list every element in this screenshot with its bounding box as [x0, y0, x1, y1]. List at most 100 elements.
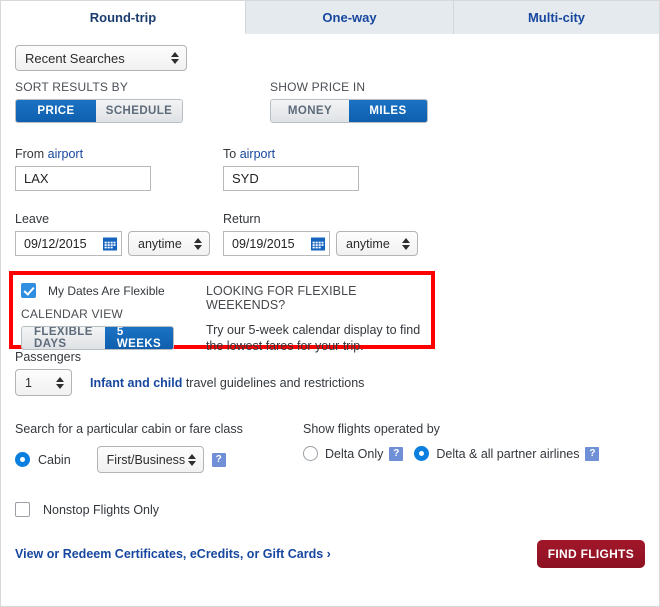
flexible-days-label: FLEXIBLE DAYS — [34, 326, 93, 350]
infant-child-link[interactable]: Infant and child — [90, 376, 182, 390]
recent-searches-value: Recent Searches — [25, 50, 125, 66]
tab-round-trip[interactable]: Round-trip — [1, 1, 246, 34]
to-airport-link[interactable]: airport — [240, 147, 275, 161]
to-airport-label: To airport — [223, 147, 359, 161]
flexible-dates-highlight: My Dates Are Flexible CALENDAR VIEW FLEX… — [9, 271, 435, 353]
cabin-help-icon[interactable]: ? — [211, 452, 226, 467]
operated-by-controls: Delta Only ? Delta & all partner airline… — [303, 446, 600, 461]
toggles-row: SORT RESULTS BY PRICE SCHEDULE SHOW PRIC… — [15, 80, 645, 123]
to-airport-group: To airport — [223, 147, 359, 191]
flexible-days-button[interactable]: FLEXIBLE DAYS — [22, 327, 105, 349]
leave-controls: anytime — [15, 231, 223, 256]
show-price-in-group: SHOW PRICE IN MONEY MILES — [270, 80, 428, 123]
cabin-group: Search for a particular cabin or fare cl… — [15, 422, 303, 473]
calendar-view-label: CALENDAR VIEW — [21, 307, 123, 321]
chevron-updown-icon — [56, 376, 64, 389]
sort-by-schedule-button[interactable]: SCHEDULE — [96, 100, 182, 122]
leave-time-select[interactable]: anytime — [128, 231, 210, 256]
delta-partners-help-icon[interactable]: ? — [585, 446, 600, 461]
tab-one-way[interactable]: One-way — [246, 1, 454, 34]
passengers-group: Passengers 1 Infant and child travel gui… — [15, 350, 645, 396]
sort-by-schedule-label: SCHEDULE — [105, 105, 173, 117]
recent-searches-select[interactable]: Recent Searches — [15, 45, 187, 71]
leave-date-wrap — [15, 231, 122, 256]
leave-time-value: anytime — [138, 236, 182, 251]
nonstop-row: Nonstop Flights Only — [15, 502, 645, 517]
from-airport-input[interactable] — [15, 166, 151, 191]
cabin-operated-row: Search for a particular cabin or fare cl… — [15, 422, 645, 473]
price-money-label: MONEY — [287, 105, 333, 117]
return-time-select[interactable]: anytime — [336, 231, 418, 256]
certificates-link[interactable]: View or Redeem Certificates, eCredits, o… — [15, 547, 331, 561]
return-group: Return 09/19/2015 anytime — [223, 212, 418, 256]
chevron-updown-icon — [171, 52, 179, 64]
flexible-dates-content: My Dates Are Flexible CALENDAR VIEW FLEX… — [13, 275, 431, 353]
promo-line-2: the lowest fares for your trip. — [205, 339, 364, 353]
my-dates-flexible-checkbox[interactable] — [21, 283, 36, 298]
cabin-controls: Cabin First/Business ? — [15, 446, 303, 473]
tab-one-way-label: One-way — [322, 10, 377, 25]
my-dates-flexible-label: My Dates Are Flexible — [48, 283, 165, 298]
from-airport-link[interactable]: airport — [48, 147, 83, 161]
sort-by-price-button[interactable]: PRICE — [16, 100, 96, 122]
passengers-count-value: 1 — [25, 375, 32, 390]
trip-type-tabs: Round-trip One-way Multi-city — [1, 1, 659, 34]
operated-by-section-label: Show flights operated by — [303, 422, 440, 436]
flexible-dates-promo: LOOKING FOR FLEXIBLE WEEKENDS? Try our 5… — [205, 275, 431, 353]
chevron-updown-icon — [402, 237, 410, 250]
calendar-icon[interactable] — [311, 237, 325, 250]
delta-partners-radio[interactable] — [414, 446, 430, 461]
promo-title: LOOKING FOR FLEXIBLE WEEKENDS? — [205, 284, 357, 312]
show-price-in-label: SHOW PRICE IN — [270, 80, 366, 94]
delta-only-radio[interactable] — [303, 446, 318, 461]
infant-child-text: Infant and child travel guidelines and r… — [90, 376, 364, 390]
sort-by-price-label: PRICE — [37, 105, 75, 117]
promo-line-1: Try our 5-week calendar display to find — [205, 323, 421, 337]
cabin-radio[interactable] — [15, 452, 30, 467]
find-flights-button[interactable]: FIND FLIGHTS — [536, 540, 645, 568]
delta-partners-label: Delta & all partner airlines — [436, 446, 580, 461]
leave-label: Leave — [15, 212, 50, 226]
passengers-count-select[interactable]: 1 — [15, 369, 72, 396]
tab-multi-city-label: Multi-city — [527, 10, 586, 25]
return-controls: anytime — [223, 231, 418, 256]
flexible-checkbox-row: My Dates Are Flexible — [21, 283, 206, 298]
delta-only-label: Delta Only — [325, 446, 384, 461]
recent-searches-row: Recent Searches — [15, 34, 645, 71]
cabin-class-value: First/Business — [106, 452, 186, 467]
flight-search-panel: Round-trip One-way Multi-city Recent Sea… — [0, 0, 660, 607]
passengers-row: 1 Infant and child travel guidelines and… — [15, 369, 645, 396]
from-airport-group: From airport — [15, 147, 223, 191]
footer-row: View or Redeem Certificates, eCredits, o… — [15, 540, 645, 568]
calendar-view-toggle: FLEXIBLE DAYS 5 WEEKS — [21, 326, 174, 350]
return-time-value: anytime — [346, 236, 390, 251]
tab-multi-city[interactable]: Multi-city — [454, 1, 659, 34]
cabin-section-label: Search for a particular cabin or fare cl… — [15, 422, 243, 436]
cabin-class-select[interactable]: First/Business — [96, 446, 204, 473]
return-label: Return — [223, 212, 261, 226]
chevron-updown-icon — [187, 453, 196, 466]
delta-only-help-icon[interactable]: ? — [389, 446, 404, 461]
five-weeks-button[interactable]: 5 WEEKS — [105, 327, 173, 349]
sort-results-toggle: PRICE SCHEDULE — [15, 99, 183, 123]
nonstop-label: Nonstop Flights Only — [43, 502, 160, 517]
leave-group: Leave 09/12/2015 anytime — [15, 212, 223, 256]
tab-round-trip-label: Round-trip — [89, 9, 157, 25]
price-miles-button[interactable]: MILES — [349, 100, 427, 122]
calendar-icon[interactable] — [103, 237, 117, 250]
nonstop-checkbox[interactable] — [15, 502, 30, 517]
price-miles-label: MILES — [369, 105, 407, 117]
to-airport-input[interactable] — [223, 166, 359, 191]
show-price-in-toggle: MONEY MILES — [270, 99, 428, 123]
operated-by-group: Show flights operated by Delta Only ? De… — [303, 422, 600, 473]
five-weeks-label: 5 WEEKS — [116, 326, 162, 350]
price-money-button[interactable]: MONEY — [271, 100, 349, 122]
to-airport-label-prefix: To — [223, 147, 240, 161]
airports-row: From airport To airport — [15, 147, 645, 191]
infant-child-rest: travel guidelines and restrictions — [182, 375, 365, 390]
sort-results-label: SORT RESULTS BY — [15, 80, 129, 94]
from-airport-label: From airport — [15, 147, 223, 161]
chevron-updown-icon — [194, 237, 202, 250]
dates-row: Leave 09/12/2015 anytime Return 09/19/20… — [15, 212, 645, 256]
sort-results-group: SORT RESULTS BY PRICE SCHEDULE — [15, 80, 270, 123]
